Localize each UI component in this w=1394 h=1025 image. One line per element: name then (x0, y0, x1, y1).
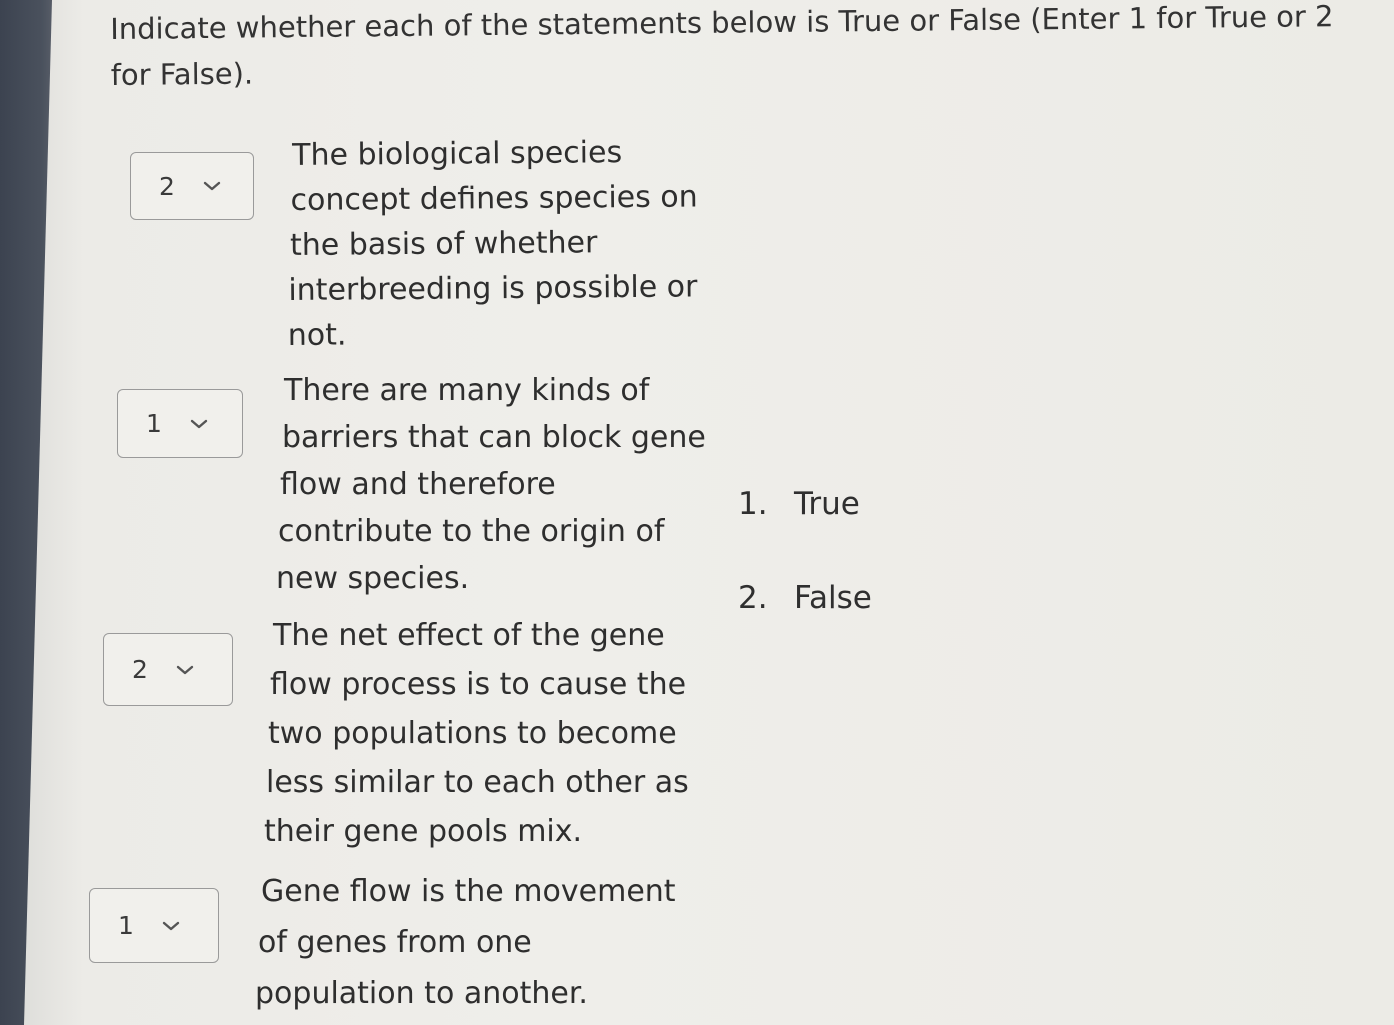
statement-line: new species. (276, 561, 470, 596)
statement-line: contribute to the origin of (278, 514, 665, 549)
statement-text-3: The net effect of the gene flow process … (263, 611, 689, 856)
statement-line: flow process is to cause the (270, 667, 687, 702)
statement-line: concept defines species on (290, 179, 698, 218)
chevron-down-icon (176, 665, 194, 674)
option-number: 2. (738, 580, 768, 616)
statement-line: less similar to each other as (266, 765, 689, 800)
option-number: 1. (738, 486, 768, 522)
screen-bezel (0, 0, 52, 1025)
chevron-down-icon (162, 921, 180, 930)
statement-line: interbreeding is possible or (288, 269, 698, 308)
answer-select-value: 1 (146, 409, 162, 438)
answer-select-value: 2 (159, 171, 175, 201)
statement-line: The net effect of the gene (273, 618, 665, 653)
statement-line: barriers that can block gene (282, 420, 706, 455)
statement-line: not. (287, 317, 347, 353)
answer-options-list: 1. True 2. False (738, 486, 872, 674)
statement-line: their gene pools mix. (264, 814, 583, 849)
option-label: False (794, 580, 872, 616)
chevron-down-icon (190, 419, 208, 428)
prompt-line-1: Indicate whether each of the statements … (110, 0, 1334, 46)
answer-select-value: 2 (132, 655, 148, 684)
answer-select-3[interactable]: 2 (103, 633, 233, 706)
prompt-line-2: for False). (110, 56, 254, 92)
statement-line: of genes from one (258, 925, 532, 960)
statement-line: the basis of whether (289, 225, 598, 263)
option-label: True (794, 486, 860, 522)
statement-text-1: The biological species concept defines s… (286, 129, 699, 358)
option-false: 2. False (738, 580, 872, 674)
option-true: 1. True (738, 486, 872, 580)
statement-line: There are many kinds of (284, 373, 650, 408)
statement-line: two populations to become (268, 716, 677, 751)
statement-text-4: Gene flow is the movement of genes from … (255, 866, 676, 1019)
statement-text-2: There are many kinds of barriers that ca… (276, 367, 706, 602)
question-prompt: Indicate whether each of the statements … (110, 0, 1341, 98)
chevron-down-icon (203, 181, 221, 191)
statement-line: population to another. (255, 976, 588, 1011)
answer-select-4[interactable]: 1 (89, 888, 219, 963)
statement-line: flow and therefore (280, 467, 556, 502)
answer-select-1[interactable]: 2 (130, 152, 254, 220)
statement-line: The biological species (292, 135, 623, 173)
statement-line: Gene flow is the movement (261, 874, 676, 909)
answer-select-2[interactable]: 1 (117, 389, 243, 458)
answer-select-value: 1 (118, 911, 134, 940)
